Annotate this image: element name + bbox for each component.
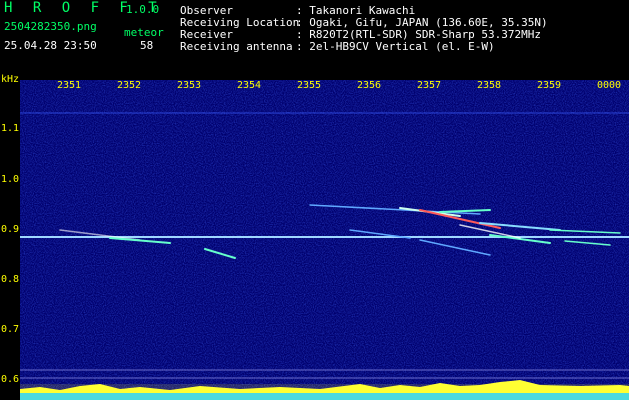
antenna-value: : 2el-HB9CV Vertical (el. E-W)	[296, 40, 495, 53]
y-tick-1-1: 1.1	[1, 123, 20, 134]
x-tick-2359: 2359	[537, 80, 562, 91]
datetime: 25.04.28 23:50	[4, 39, 97, 52]
y-tick-0-9: 0.9	[1, 224, 20, 235]
x-tick-0000: 0000	[597, 80, 622, 91]
y-tick-0-6: 0.6	[1, 374, 20, 385]
x-tick-2351: 2351	[57, 80, 82, 91]
y-tick-1-0: 1.0	[1, 174, 20, 185]
y-tick-0-8: 0.8	[1, 274, 20, 285]
x-tick-2358: 2358	[477, 80, 502, 91]
meteor-count: 58	[140, 39, 154, 52]
x-tick-2352: 2352	[117, 80, 142, 91]
y-axis-panel: kHz 1.1 1.0 0.9 0.8 0.7 0.6	[0, 74, 20, 400]
x-tick-2356: 2356	[357, 80, 382, 91]
noise-layer	[20, 80, 629, 400]
y-axis-unit: kHz	[1, 74, 20, 85]
filename: 2504282350.png	[4, 20, 97, 33]
category-label: meteor	[124, 26, 164, 39]
y-tick-0-7: 0.7	[1, 324, 20, 335]
header-panel: H R O F F T 1.0.0 2504282350.png meteor …	[0, 0, 629, 78]
app-version: 1.0.0	[126, 3, 160, 16]
x-tick-2353: 2353	[177, 80, 202, 91]
antenna-label: Receiving antenna	[180, 40, 293, 53]
x-tick-2354: 2354	[237, 80, 262, 91]
x-tick-2355: 2355	[297, 80, 322, 91]
spectrogram	[20, 80, 629, 400]
x-tick-2357: 2357	[417, 80, 442, 91]
